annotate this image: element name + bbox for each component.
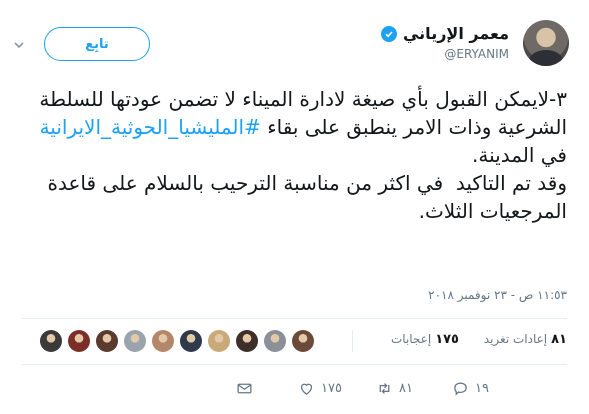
likes-label: إعجابات xyxy=(390,332,432,346)
liker-avatar[interactable] xyxy=(68,330,90,352)
liker-avatar[interactable] xyxy=(40,330,62,352)
action-bar: ١٩ ٨١ ١٧٥ xyxy=(0,375,589,405)
retweets-count: ٨١ xyxy=(551,332,567,347)
reply-icon xyxy=(454,382,467,396)
reply-count: ١٩ xyxy=(475,381,489,396)
user-handle[interactable]: @ERYANIM xyxy=(444,47,509,61)
reply-button[interactable]: ١٩ xyxy=(452,380,489,397)
liker-avatar[interactable] xyxy=(208,330,230,352)
chevron-down-icon[interactable] xyxy=(14,40,24,50)
likes-count: ١٧٥ xyxy=(435,332,459,347)
liker-avatar[interactable] xyxy=(96,330,118,352)
liker-avatar[interactable] xyxy=(236,330,258,352)
stats-separator xyxy=(352,330,353,352)
envelope-icon xyxy=(237,383,252,394)
liker-avatar[interactable] xyxy=(152,330,174,352)
verified-badge-icon xyxy=(380,25,397,42)
like-count: ١٧٥ xyxy=(321,381,342,396)
tweet-header: معمر الإرياني @ERYANIM تابِع xyxy=(0,14,589,74)
tweet-text: ٣-لايمكن القبول بأي صيغة لادارة الميناء … xyxy=(22,85,567,225)
direct-message-button[interactable] xyxy=(236,380,253,397)
avatar[interactable] xyxy=(523,20,569,66)
retweets-label: إعادات تغريد xyxy=(483,332,548,346)
retweets-stat[interactable]: ٨١إعادات تغريد xyxy=(484,332,567,347)
stats-row: ٨١إعادات تغريد ١٧٥إعجابات xyxy=(0,322,589,362)
follow-button[interactable]: تابِع xyxy=(44,27,150,61)
hashtag-link[interactable]: #المليشيا_الحوثية_الايرانية xyxy=(40,115,261,139)
likers-avatars xyxy=(40,330,314,352)
liker-avatar[interactable] xyxy=(180,330,202,352)
retweet-icon xyxy=(379,383,390,394)
liker-avatar[interactable] xyxy=(264,330,286,352)
heart-icon xyxy=(300,383,313,395)
liker-avatar[interactable] xyxy=(292,330,314,352)
divider xyxy=(22,364,567,365)
divider xyxy=(22,318,567,319)
retweet-button[interactable]: ٨١ xyxy=(376,380,413,397)
name-block[interactable]: معمر الإرياني xyxy=(380,24,509,43)
display-name[interactable]: معمر الإرياني xyxy=(403,24,509,43)
like-button[interactable]: ١٧٥ xyxy=(298,380,342,397)
likes-stat[interactable]: ١٧٥إعجابات xyxy=(391,332,459,347)
liker-avatar[interactable] xyxy=(124,330,146,352)
tweet-timestamp[interactable]: ١١:٥٣ ص - ٢٣ نوفمبر ٢٠١٨ xyxy=(428,288,567,302)
retweet-count: ٨١ xyxy=(399,381,413,396)
